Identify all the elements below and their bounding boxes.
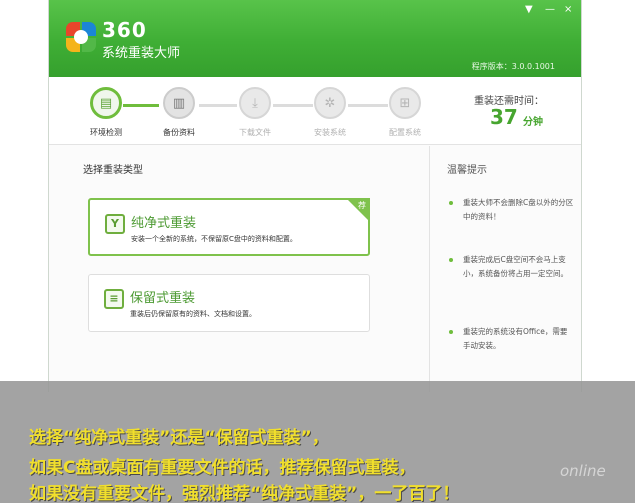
close-button[interactable]: ×: [564, 4, 572, 15]
step-download: ⤓ 下载文件: [230, 87, 280, 138]
bullet-icon: [449, 201, 453, 205]
time-remaining-value: 37: [490, 105, 518, 129]
recommended-badge-label: 荐: [358, 201, 366, 210]
step-configure: ⊞ 配置系统: [380, 87, 430, 138]
time-remaining-unit: 分钟: [523, 117, 543, 128]
step-install: ✲ 安装系统: [305, 87, 355, 138]
caption-line: 如果C盘或桌面有重要文件的话，推荐保留式重装，: [29, 458, 416, 478]
tip-item: 重装完成后C盘空间不会马上变小，系统备份将占用一定空间。: [449, 253, 574, 281]
step-label: 下载文件: [239, 128, 271, 137]
title-bar: 360 系统重装大师 ▼ — × 程序版本：3.0.0.1001: [49, 0, 581, 77]
option-pure-reinstall[interactable]: Y 纯净式重装 安装一个全新的系统，不保留原C盘中的资料和配置。 荐: [88, 198, 370, 256]
step-label: 配置系统: [389, 128, 421, 137]
backup-icon: ▥: [172, 95, 186, 111]
gear-icon: ✲: [324, 95, 336, 111]
option-keep-reinstall[interactable]: ≡ 保留式重装 重装后仍保留原有的资料、文档和设置。: [88, 274, 370, 332]
watermark: online: [560, 462, 606, 480]
broom-icon: Y: [105, 214, 125, 234]
360-logo-icon: [66, 22, 96, 52]
caption-line: 如果没有重要文件，强烈推荐“纯净式重装”，一了百了！: [29, 484, 460, 503]
option-description: 重装后仍保留原有的资料、文档和设置。: [130, 310, 256, 318]
step-label: 环境检测: [90, 128, 122, 137]
panel-divider: [429, 146, 430, 392]
download-icon: ⤓: [252, 95, 258, 111]
option-description: 安装一个全新的系统，不保留原C盘中的资料和配置。: [131, 235, 297, 243]
main-panel: 选择重装类型 Y 纯净式重装 安装一个全新的系统，不保留原C盘中的资料和配置。 …: [49, 146, 581, 392]
brand-name: 系统重装大师: [102, 46, 181, 61]
caption-overlay: 选择“纯净式重装”还是“保留式重装”， 如果C盘或桌面有重要文件的话，推荐保留式…: [0, 381, 635, 503]
caption-line: 选择“纯净式重装”还是“保留式重装”，: [29, 428, 329, 448]
option-title: 纯净式重装: [131, 216, 197, 231]
step-label: 备份资料: [163, 128, 195, 137]
menu-dropdown-icon[interactable]: ▼: [525, 4, 533, 15]
tip-item: 重装完的系统没有Office，需要手动安装。: [449, 325, 574, 353]
document-icon: ≡: [104, 289, 124, 309]
installer-window: 360 系统重装大师 ▼ — × 程序版本：3.0.0.1001 ▤ 环境检测 …: [48, 0, 582, 392]
step-backup: ▥ 备份资料: [154, 87, 204, 138]
minimize-button[interactable]: —: [545, 4, 555, 15]
monitor-icon: ▤: [99, 95, 113, 111]
step-label: 安装系统: [314, 128, 346, 137]
section-title: 选择重装类型: [83, 165, 143, 176]
windows-icon: ⊞: [399, 95, 411, 111]
bullet-icon: [449, 258, 453, 262]
brand-number: 360: [102, 18, 147, 42]
tip-item: 重装大师不会删除C盘以外的分区中的资料！: [449, 196, 574, 224]
option-title: 保留式重装: [130, 291, 196, 306]
bullet-icon: [449, 330, 453, 334]
step-environment-check: ▤ 环境检测: [81, 87, 131, 138]
version-label: 程序版本：3.0.0.1001: [471, 62, 555, 71]
tips-title: 温馨提示: [447, 165, 487, 176]
progress-steps: ▤ 环境检测 ▥ 备份资料 ⤓ 下载文件 ✲ 安装系统 ⊞ 配置系统 重装还需时…: [49, 77, 581, 145]
